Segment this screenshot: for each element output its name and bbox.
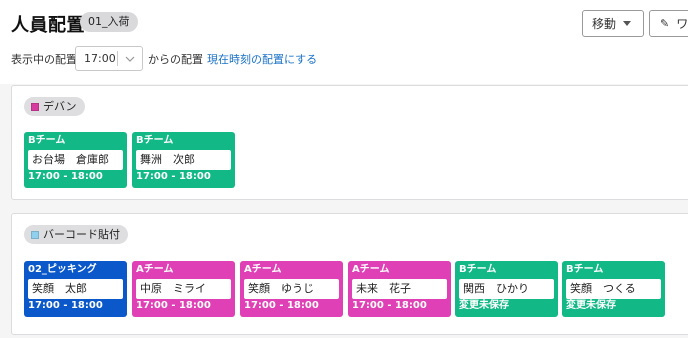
card-team: Bチーム [566,264,604,275]
card-worker-name: 笑顔 ゆうじ [244,279,339,299]
card-worker-name: 笑顔 太郎 [28,279,123,299]
card-time: 17:00 - 18:00 [352,300,427,311]
card-team: Aチーム [352,264,390,275]
section-tag: バーコード貼付 [24,225,128,244]
card-team: Bチーム [28,135,66,146]
time-select-value: 17:00 [84,52,116,65]
card-time: 17:00 - 18:00 [28,171,103,182]
card-team: 02_ピッキング [28,264,97,275]
current-time-link[interactable]: 現在時刻の配置にする [207,51,317,67]
assignment-card[interactable]: Bチーム 笑顔 つくる 変更未保存 [562,261,665,317]
assignment-card[interactable]: Bチーム 舞洲 次郎 17:00 - 18:00 [132,132,235,188]
card-time: 17:00 - 18:00 [244,300,319,311]
filter-label: 表示中の配置: [11,53,81,66]
move-button-label: 移動 [592,17,617,31]
location-badge: 01_入荷 [80,12,138,32]
assignment-card[interactable]: Aチーム 未来 花子 17:00 - 18:00 [348,261,451,317]
card-team: Aチーム [244,264,282,275]
section-panel-deban: デバン Bチーム お台場 倉庫郎 17:00 - 18:00 Bチーム 舞洲 次… [11,85,688,200]
pencil-icon: ✎ [660,17,670,30]
filter-suffix: からの配置 [148,53,203,66]
card-worker-name: 中原 ミライ [136,279,231,299]
chevron-down-icon [118,56,142,62]
card-time: 17:00 - 18:00 [136,300,211,311]
section-color-swatch [31,102,39,111]
card-worker-name: 笑顔 つくる [566,279,661,299]
assignment-card[interactable]: 02_ピッキング 笑顔 太郎 17:00 - 18:00 [24,261,127,317]
section-panel-barcode: バーコード貼付 02_ピッキング 笑顔 太郎 17:00 - 18:00 Aチー… [11,213,688,335]
card-team: Bチーム [459,264,497,275]
page-header: 人員配置 01_入荷 移動 ✎ ワ 表示中の配置: 17:00 からの配置 現在… [0,0,688,84]
edit-button[interactable]: ✎ ワ [649,10,688,37]
card-worker-name: 関西 ひかり [459,279,554,299]
card-worker-name: 未来 花子 [352,279,447,299]
edit-button-label: ワ [676,17,688,31]
move-button[interactable]: 移動 [582,10,644,37]
card-team: Aチーム [136,264,174,275]
card-worker-name: お台場 倉庫郎 [28,150,123,170]
assignment-card[interactable]: Bチーム 関西 ひかり 変更未保存 [455,261,558,317]
section-name: デバン [43,100,77,113]
section-color-swatch [31,230,39,239]
assignment-card[interactable]: Aチーム 笑顔 ゆうじ 17:00 - 18:00 [240,261,343,317]
page-title: 人員配置 [11,15,85,36]
card-time: 17:00 - 18:00 [136,171,211,182]
section-tag: デバン [24,97,85,116]
caret-down-icon [623,21,632,26]
card-status: 変更未保存 [459,300,509,311]
card-worker-name: 舞洲 次郎 [136,150,231,170]
card-team: Bチーム [136,135,174,146]
section-name: バーコード貼付 [43,228,120,241]
card-status: 変更未保存 [566,300,616,311]
assignment-card[interactable]: Bチーム お台場 倉庫郎 17:00 - 18:00 [24,132,127,188]
card-time: 17:00 - 18:00 [28,300,103,311]
assignment-card[interactable]: Aチーム 中原 ミライ 17:00 - 18:00 [132,261,235,317]
time-select[interactable]: 17:00 [75,46,143,71]
